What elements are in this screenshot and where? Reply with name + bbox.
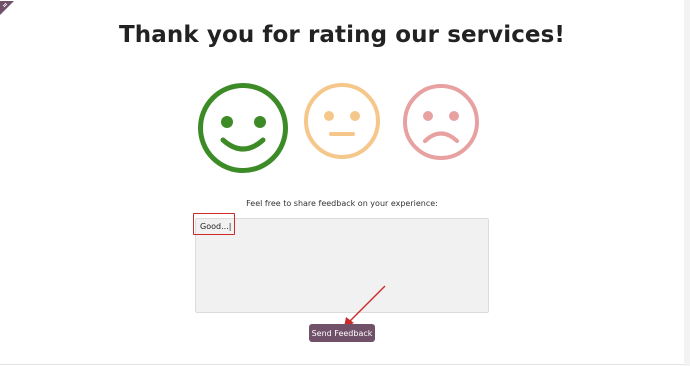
corner-tab-icon bbox=[0, 0, 14, 15]
rating-satisfied-face-icon[interactable] bbox=[197, 82, 289, 174]
feedback-prompt: Feel free to share feedback on your expe… bbox=[246, 199, 438, 208]
highlight-box bbox=[193, 213, 235, 235]
send-feedback-button[interactable]: Send Feedback bbox=[309, 324, 375, 342]
page-title: Thank you for rating our services! bbox=[118, 22, 566, 48]
rating-dissatisfied-face-icon[interactable] bbox=[402, 82, 480, 162]
scrollbar[interactable] bbox=[684, 0, 690, 366]
rating-neutral-face-icon[interactable] bbox=[303, 82, 381, 160]
